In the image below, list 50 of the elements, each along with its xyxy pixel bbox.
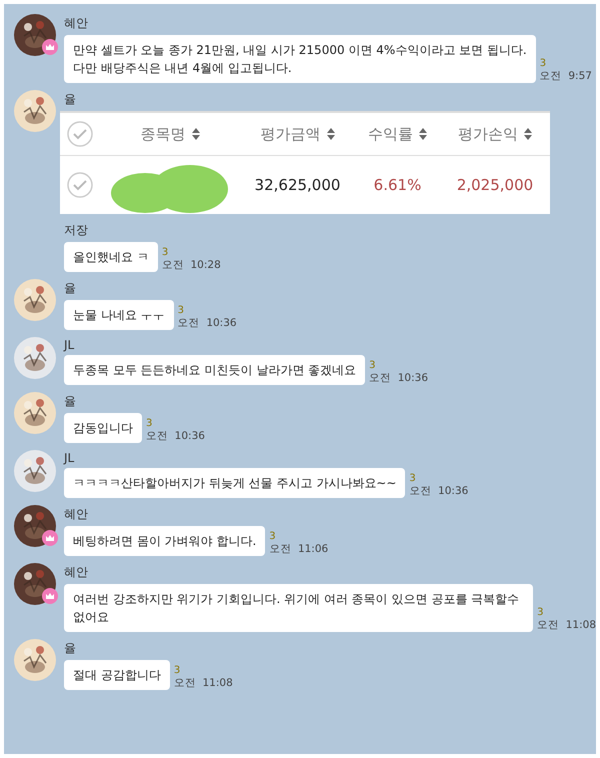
unread-count: 3 bbox=[178, 305, 186, 316]
message-bubble: 눈물 나네요 ㅜㅜ bbox=[64, 300, 174, 330]
message-bubble: 감동입니다 bbox=[64, 413, 142, 443]
sender-name: 저장 bbox=[63, 222, 89, 239]
sort-icon bbox=[192, 127, 200, 141]
sender-name: 율 bbox=[63, 91, 77, 108]
message-bubble: 두종목 모두 든든하네요 미친듯이 날라가면 좋겠네요 bbox=[64, 355, 366, 385]
message-bubble: 올인했네요 ㅋ bbox=[64, 242, 158, 272]
message-time: 오전 10:36 bbox=[369, 371, 428, 385]
sort-icon bbox=[326, 127, 334, 141]
sort-icon bbox=[524, 127, 532, 141]
unread-count: 3 bbox=[537, 607, 544, 618]
checkbox-icon bbox=[67, 121, 93, 147]
message-time: 오전 11:08 bbox=[174, 676, 233, 690]
column-header: 평가손익 bbox=[458, 124, 518, 144]
sender-name: JL bbox=[62, 338, 76, 352]
unread-count: 3 bbox=[174, 665, 182, 676]
message-time: 오전 10:36 bbox=[409, 484, 468, 498]
unread-count: 3 bbox=[269, 531, 277, 542]
message-bubble: 만약 셀트가 오늘 종가 21만원, 내일 시가 215000 이면 4%수익이라고 보면 됩니다. 다만 배당주식은 내년 4월에 입고됩니다. bbox=[64, 35, 536, 83]
unread-count: 3 bbox=[146, 418, 154, 429]
checkbox-icon bbox=[67, 172, 93, 198]
sender-name: 혜안 bbox=[63, 506, 89, 523]
message-bubble: 베팅하려면 몸이 가벼워야 합니다. bbox=[64, 526, 266, 556]
message-time: 오전 10:36 bbox=[146, 429, 205, 443]
table-cell: 6.61% bbox=[374, 176, 422, 194]
table-cell: 2,025,000 bbox=[456, 176, 534, 194]
sender-name: 혜안 bbox=[63, 15, 89, 32]
sender-name: 율 bbox=[63, 640, 77, 657]
message-time: 오전 10:28 bbox=[162, 258, 221, 272]
sender-name: 율 bbox=[63, 393, 77, 410]
message-time: 오전 11:06 bbox=[269, 542, 328, 556]
unread-count: 3 bbox=[409, 473, 417, 484]
message-bubble: 여러번 강조하지만 위기가 기회입니다. 위기에 여러 종목이 있으면 공포를 극복할수 없어요 bbox=[64, 584, 534, 632]
unread-count: 3 bbox=[369, 360, 376, 371]
column-header: 종목명 bbox=[140, 124, 186, 144]
message-time: 오전 11:08 bbox=[537, 618, 596, 632]
unread-count: 3 bbox=[162, 247, 170, 258]
sender-name: JL bbox=[62, 451, 76, 465]
unread-count: 3 bbox=[540, 58, 548, 69]
sort-icon bbox=[419, 127, 427, 141]
message-bubble: ㅋㅋㅋㅋ산타할아버지가 뒤늦게 선물 주시고 가시나봐요~~ bbox=[64, 468, 406, 498]
table-cell: 32,625,000 bbox=[254, 176, 340, 194]
column-header: 수익률 bbox=[368, 124, 413, 144]
sender-name: 혜안 bbox=[63, 564, 89, 581]
message-time: 오전 10:36 bbox=[178, 316, 237, 330]
message-time: 오전 9:57 bbox=[540, 69, 592, 83]
message-bubble: 절대 공감합니다 bbox=[64, 660, 170, 690]
column-header: 평가금액 bbox=[260, 124, 320, 144]
sender-name: 율 bbox=[63, 280, 77, 297]
